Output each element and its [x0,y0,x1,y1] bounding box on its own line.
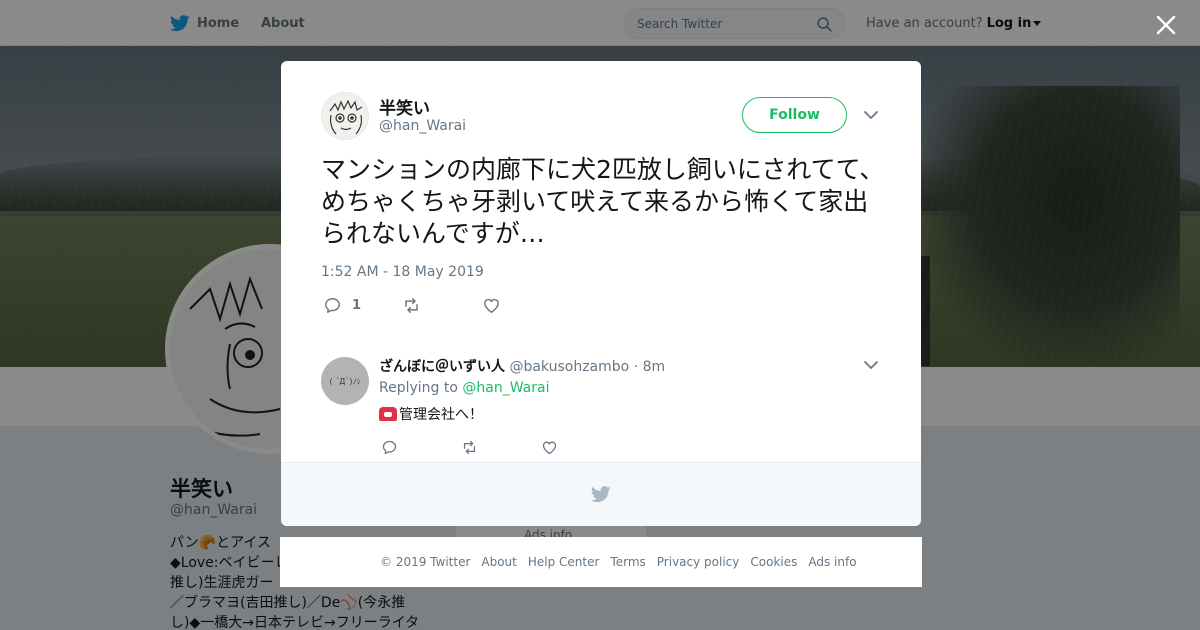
footer-cookies-link[interactable]: Cookies [750,555,797,569]
reply-icon [382,440,397,454]
reply-text: 管理会社へ！ [399,407,483,423]
tweet-text: マンションの内廊下に犬2匹放し飼いにされてて、めちゃくちゃ牙剥いて吠えて来るから… [321,155,885,248]
reply-author-name[interactable]: ざんぼに＠いずい人 [379,359,505,375]
chevron-down-icon[interactable] [863,108,879,122]
close-icon[interactable] [1154,13,1178,37]
chevron-down-icon[interactable] [863,358,879,372]
footer-terms-link[interactable]: Terms [610,555,645,569]
modal-footer [281,462,921,526]
footer-about-link[interactable]: About [481,555,516,569]
avatar-drawing [329,99,363,135]
replying-to-label: Replying to [379,380,458,396]
reply-like-button[interactable] [541,435,558,459]
twitter-bird-icon [591,486,611,503]
reply-tweet[interactable]: ( ´Д`)ﾉｼ ざんぼに＠いずい人 @bakusohzambo · 8m Re… [281,341,921,462]
footer-copyright: © 2019 Twitter [380,555,471,569]
tweet-author-handle[interactable]: @han_Warai [379,118,466,134]
replying-to-handle-link[interactable]: @han_Warai [462,380,549,396]
like-button[interactable] [482,293,501,317]
reply-reply-button[interactable] [381,435,398,459]
tweet-modal: 半笑い @han_Warai Follow マンションの内廊下に犬2匹放し飼いに… [281,61,921,526]
reply-time[interactable]: · 8m [634,359,665,375]
like-icon [484,298,499,313]
reply-header: ざんぼに＠いずい人 @bakusohzambo · 8m [379,356,665,376]
tweet-timestamp[interactable]: 1:52 AM - 18 May 2019 [321,264,484,280]
telephone-icon [379,407,397,421]
reply-actions [379,435,579,455]
tweet-author-avatar[interactable] [321,92,369,140]
reply-icon [325,297,340,313]
retweet-icon [463,440,476,454]
footer-privacy-link[interactable]: Privacy policy [657,555,740,569]
retweet-icon [405,297,418,313]
reply-button[interactable]: 1 [323,293,361,317]
footer-help-link[interactable]: Help Center [528,555,600,569]
reply-retweet-button[interactable] [461,435,478,459]
tweet-actions: 1 [321,293,621,317]
reply-count: 1 [352,297,362,313]
reply-author-avatar[interactable]: ( ´Д`)ﾉｼ [321,357,369,405]
replying-to: Replying to @han_Warai [379,380,549,396]
site-footer: © 2019 Twitter About Help Center Terms P… [280,537,922,587]
follow-button[interactable]: Follow [742,97,847,133]
tweet-author-name[interactable]: 半笑い [379,94,430,119]
retweet-button[interactable] [402,293,421,317]
like-icon [542,441,557,454]
reply-text-row: 管理会社へ！ [379,404,483,424]
reply-author-handle[interactable]: @bakusohzambo [509,359,629,375]
footer-ads-link[interactable]: Ads info [808,555,856,569]
